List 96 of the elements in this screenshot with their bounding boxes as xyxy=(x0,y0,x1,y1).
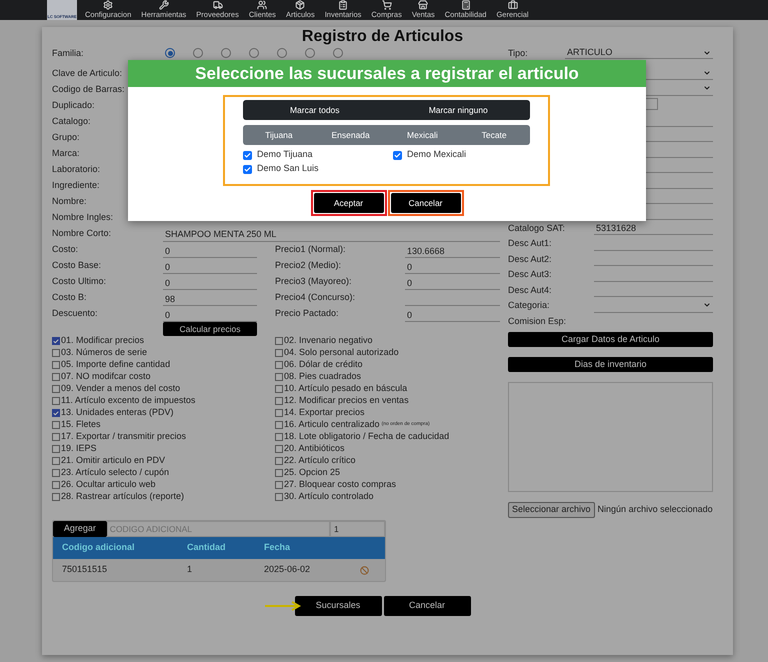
column-header: Fecha xyxy=(264,541,292,554)
field-label: Laboratorio: xyxy=(52,163,102,176)
field-label: Ingrediente: xyxy=(52,179,101,192)
field-label: Clave de Articulo: xyxy=(52,67,124,80)
select-none-button[interactable]: Marcar ninguno xyxy=(386,100,530,120)
option-label: 01. Modificar precios xyxy=(61,334,144,348)
field-label: Desc Aut3: xyxy=(508,268,553,281)
option-label: 12. Modificar precios en ventas xyxy=(284,394,409,408)
text-field[interactable]: 0 xyxy=(405,258,500,274)
table-cell-text: 1 xyxy=(187,563,194,576)
text-field[interactable]: 0 xyxy=(163,242,257,258)
field-label: Duplicado: xyxy=(52,99,96,112)
add-button[interactable]: Agregar xyxy=(53,521,107,537)
branch-label: Demo San Luis xyxy=(257,162,319,176)
file-status: Ningún archivo seleccionado xyxy=(598,503,713,516)
option-label: 06. Dólar de crédito xyxy=(284,358,363,372)
option-label: 03. Números de serie xyxy=(61,346,148,360)
field-label: Precio1 (Normal): xyxy=(275,243,347,256)
option-label: 08. Pies cuadrados xyxy=(284,370,362,384)
field-label: Catalogo SAT: xyxy=(508,222,566,235)
field-label: Precio3 (Mayoreo): xyxy=(275,275,353,288)
field-label: Descuento: xyxy=(52,307,99,320)
field-label: Marca: xyxy=(52,147,81,160)
option-label: 18. Lote obligatorio / Fecha de caducidad xyxy=(284,430,450,444)
branches-button[interactable]: Sucursales xyxy=(294,596,382,616)
option-label: 27. Bloquear costo compras xyxy=(284,478,396,492)
option-label: 07. NO modifcar costo xyxy=(61,370,151,384)
choose-file-button[interactable]: Seleccionar archivo xyxy=(508,502,595,518)
column-header: Cantidad xyxy=(187,541,227,554)
field-label: Costo B: xyxy=(52,291,88,304)
calculate-prices-button[interactable]: Calcular precios xyxy=(163,322,257,336)
column-header: Codigo adicional xyxy=(61,541,136,554)
text-field[interactable]: 0 xyxy=(163,274,257,290)
dialog-title: Seleccione las sucursales a registrar el articulo xyxy=(128,60,646,87)
region-tab[interactable]: Tijuana xyxy=(243,125,315,145)
option-label: 05. Importe define cantidad xyxy=(61,358,170,372)
field-label: Costo Ultimo: xyxy=(52,275,108,288)
option-label: 30. Artículo controlado xyxy=(284,490,374,504)
option-label: 28. Rastrear artículos (reporte) xyxy=(61,490,184,504)
field-label: Codigo de Barras: xyxy=(52,83,126,96)
cancel-button[interactable]: Cancelar xyxy=(390,193,460,213)
select-field[interactable]: ARTICULO xyxy=(565,47,713,59)
option-label: 04. Solo personal autorizado xyxy=(284,346,399,360)
option-label: 17. Exportar / transmitir precios xyxy=(61,430,186,444)
option-label: 22. Artículo crítico xyxy=(284,454,356,468)
option-label: 10. Artículo pesado en báscula xyxy=(284,382,408,396)
field-label: Costo: xyxy=(52,243,80,256)
option-label: 14. Exportar precios xyxy=(284,406,365,420)
option-label: 02. Invenario negativo xyxy=(284,334,373,348)
table-cell-text: 2025-06-02 xyxy=(264,563,312,576)
region-tab[interactable]: Tecate xyxy=(458,125,530,145)
field-label: Costo Base: xyxy=(52,259,102,272)
branch-label: Demo Mexicali xyxy=(407,148,466,162)
field-label: Nombre: xyxy=(52,195,88,208)
option-label: 11. Artículo excento de impuestos xyxy=(61,394,196,408)
field-label: Nombre Corto: xyxy=(52,227,112,240)
text-field[interactable]: 0 xyxy=(163,258,257,274)
field-label: Precio2 (Medio): xyxy=(275,259,342,272)
field-label: Familia: xyxy=(52,48,85,58)
option-label: 26. Ocultar articulo web xyxy=(61,478,156,492)
inventory-days-button[interactable]: Dias de inventario xyxy=(508,357,713,372)
option-label: 09. Vender a menos del costo xyxy=(61,382,180,396)
region-tab[interactable]: Ensenada xyxy=(314,125,386,145)
option-label: 20. Antibióticos xyxy=(284,442,345,456)
text-field[interactable]: 0 xyxy=(405,274,500,290)
page-title: Registro de Articulos xyxy=(300,27,464,47)
field-label: Categoria: xyxy=(508,299,551,312)
option-label: 23. Artículo selecto / cupón xyxy=(61,466,170,480)
field-label: Desc Aut1: xyxy=(508,237,553,250)
field-label: Tipo: xyxy=(508,47,529,60)
option-label: 13. Unidades enteras (PDV) xyxy=(61,406,174,420)
select-all-button[interactable]: Marcar todos xyxy=(243,100,386,120)
option-label: 25. Opcion 25 xyxy=(284,466,340,480)
quantity-input[interactable]: 1 xyxy=(330,521,385,537)
cancel-button[interactable]: Cancelar xyxy=(384,596,470,616)
load-data-button[interactable]: Cargar Datos de Articulo xyxy=(508,332,713,347)
branch-label: Demo Tijuana xyxy=(257,148,313,162)
text-field[interactable]: 98 xyxy=(163,290,257,306)
accept-button[interactable]: Aceptar xyxy=(314,193,384,213)
region-tab[interactable]: Mexicali xyxy=(386,125,458,145)
field-label: Desc Aut2: xyxy=(508,252,553,266)
text-field[interactable]: 0 xyxy=(405,306,500,322)
text-field[interactable]: 130.6668 xyxy=(405,242,500,258)
option-label: 15. Fletes xyxy=(61,418,101,432)
field-label: Desc Aut4: xyxy=(508,284,553,296)
text-field[interactable]: SHAMPOO MENTA 250 ML xyxy=(163,226,500,242)
field-label: Comision Esp: xyxy=(508,314,568,328)
field-label: Nombre Ingles: xyxy=(52,211,114,224)
option-label: 16. Articulo centralizado xyxy=(284,418,380,432)
option-label: 21. Omitir articulo en PDV xyxy=(61,454,166,468)
field-label: Catalogo: xyxy=(52,115,92,128)
field-label: Precio Pactado: xyxy=(275,307,340,320)
field-label: Grupo: xyxy=(52,131,81,144)
field-label: Precio4 (Concurso): xyxy=(275,291,356,304)
table-cell-text: 750151515 xyxy=(61,563,108,576)
option-label: 19. IEPS xyxy=(61,442,97,456)
